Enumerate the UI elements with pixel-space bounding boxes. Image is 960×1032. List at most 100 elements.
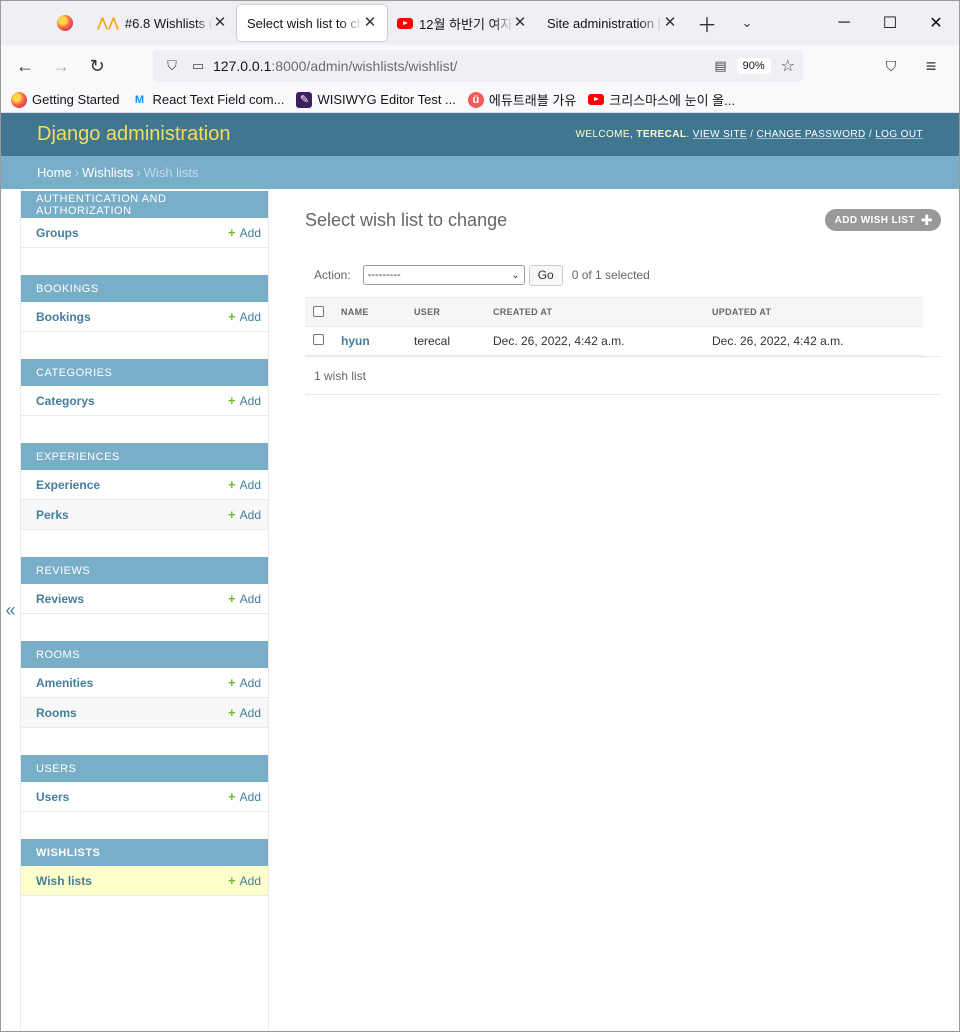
log-out-link[interactable]: Log out — [875, 129, 923, 140]
content-header: Select wish list to change Add wish list… — [305, 207, 941, 233]
module-caption[interactable]: Wishlists — [21, 839, 268, 866]
model-link[interactable]: Users — [36, 790, 69, 804]
bookmark-item[interactable]: Getting Started — [11, 91, 119, 108]
menu-icon[interactable]: ≡ — [915, 50, 947, 82]
toggle-nav-sidebar[interactable]: « — [1, 189, 21, 1031]
cell-user: terecal — [406, 326, 485, 356]
select-all-checkbox[interactable] — [313, 305, 324, 317]
list-all-tabs-button[interactable]: ⌄ — [727, 1, 767, 45]
row-link[interactable]: hyun — [341, 334, 370, 348]
module-caption[interactable]: Users — [21, 755, 268, 782]
reader-view-icon[interactable]: ▤ — [714, 58, 726, 74]
row-checkbox[interactable] — [313, 334, 324, 345]
action-select[interactable]: --------- ⌄ — [362, 265, 525, 285]
module-reviews: Reviews Reviews + Add — [21, 557, 268, 614]
model-link[interactable]: Categorys — [36, 394, 95, 408]
new-tab-button[interactable]: ＋ — [687, 1, 727, 45]
add-link[interactable]: + Add — [228, 591, 261, 606]
add-button-label: Add wish list — [834, 214, 915, 226]
youtube-icon — [588, 92, 605, 108]
bookmark-star-icon[interactable]: ☆ — [781, 56, 795, 76]
result-list: Name User Created at Updated at hyun ter… — [305, 297, 923, 356]
breadcrumb-home[interactable]: Home — [37, 165, 72, 180]
column-name[interactable]: Name — [333, 297, 406, 327]
tab-youtube[interactable]: 12월 하반기 여자친 ✕ — [387, 5, 537, 41]
model-link[interactable]: Wish lists — [36, 874, 92, 888]
module-auth: Authentication and Authorization Groups … — [21, 191, 268, 248]
pocket-icon[interactable]: ⛉ — [875, 50, 907, 82]
close-window-icon[interactable]: ✕ — [913, 1, 959, 45]
model-link[interactable]: Reviews — [36, 592, 84, 606]
bookmark-label: 에듀트래블 가유 — [488, 93, 577, 108]
minimize-icon[interactable]: ─ — [821, 1, 867, 45]
change-password-link[interactable]: Change password — [756, 129, 865, 140]
add-wish-list-button[interactable]: Add wish list ✚ — [824, 209, 941, 231]
add-link[interactable]: + Add — [228, 309, 261, 324]
site-branding[interactable]: Django administration — [37, 123, 230, 146]
close-icon[interactable]: ✕ — [513, 15, 527, 30]
column-user[interactable]: User — [406, 297, 485, 327]
column-updated-at[interactable]: Updated at — [704, 297, 923, 327]
module-caption[interactable]: Bookings — [21, 275, 268, 302]
close-icon[interactable]: ✕ — [213, 15, 227, 30]
add-link[interactable]: + Add — [228, 393, 261, 408]
model-link[interactable]: Rooms — [36, 706, 77, 720]
back-icon[interactable]: ← — [9, 50, 41, 82]
plus-icon: + — [228, 507, 236, 522]
browser-window: ⋀⋀ #6.8 Wishlists (05:5 ✕ Select wish li… — [0, 0, 960, 1032]
close-icon[interactable]: ✕ — [663, 15, 677, 30]
column-created-at[interactable]: Created at — [485, 297, 704, 327]
add-link[interactable]: + Add — [228, 789, 261, 804]
add-link[interactable]: + Add — [228, 705, 261, 720]
editor-icon: ✎ — [296, 91, 313, 108]
tab-wishlists-video[interactable]: ⋀⋀ #6.8 Wishlists (05:5 ✕ — [87, 5, 237, 41]
bookmark-item[interactable]: ✎ WISIWYG Editor Test ... — [296, 91, 456, 108]
model-link[interactable]: Experience — [36, 478, 100, 492]
module-caption[interactable]: Authentication and Authorization — [21, 191, 268, 218]
view-site-link[interactable]: View site — [693, 129, 747, 140]
sidebar-item-reviews: Reviews + Add — [21, 584, 268, 614]
page-icon[interactable]: ▭ — [187, 58, 209, 74]
model-link[interactable]: Amenities — [36, 676, 93, 690]
add-link[interactable]: + Add — [228, 477, 261, 492]
add-link[interactable]: + Add — [228, 507, 261, 522]
module-caption[interactable]: Categories — [21, 359, 268, 386]
close-icon[interactable]: ✕ — [363, 15, 377, 30]
module-caption[interactable]: Rooms — [21, 641, 268, 668]
bookmark-item[interactable]: M React Text Field com... — [131, 92, 285, 108]
firefox-view-button[interactable] — [1, 1, 87, 45]
add-label: Add — [239, 790, 261, 804]
forward-icon[interactable]: → — [45, 50, 77, 82]
bookmark-item[interactable]: 크리스마스에 눈이 올... — [588, 90, 735, 109]
url-bar[interactable]: ⛉ ▭ 127.0.0.1:8000/admin/wishlists/wishl… — [153, 50, 803, 82]
sidebar-item-rooms: Rooms + Add — [21, 698, 268, 728]
tab-site-admin[interactable]: Site administration | Dj ✕ — [537, 5, 687, 41]
nav-sidebar: Authentication and Authorization Groups … — [21, 189, 269, 1031]
plus-icon: + — [228, 309, 236, 324]
model-link[interactable]: Groups — [36, 226, 79, 240]
url-host: 127.0.0.1 — [213, 58, 272, 74]
shield-icon[interactable]: ⛉ — [161, 58, 183, 74]
add-label: Add — [239, 394, 261, 408]
user-tools: Welcome, terecal. View site / Change pas… — [575, 129, 923, 140]
model-link[interactable]: Bookings — [36, 310, 91, 324]
go-button[interactable]: Go — [528, 264, 563, 286]
add-link[interactable]: + Add — [228, 873, 261, 888]
breadcrumb-separator: › — [74, 165, 80, 180]
breadcrumb-app[interactable]: Wishlists — [82, 165, 133, 180]
tab-select-wishlist[interactable]: Select wish list to cha ✕ — [237, 5, 387, 41]
add-label: Add — [239, 310, 261, 324]
module-caption[interactable]: Reviews — [21, 557, 268, 584]
maximize-icon[interactable]: ☐ — [867, 1, 913, 45]
add-link[interactable]: + Add — [228, 225, 261, 240]
bookmark-item[interactable]: ü 에듀트래블 가유 — [467, 90, 577, 109]
action-selected-value: --------- — [367, 269, 401, 281]
module-caption[interactable]: Experiences — [21, 443, 268, 470]
zoom-level[interactable]: 90% — [736, 58, 771, 74]
model-link[interactable]: Perks — [36, 508, 69, 522]
module-users: Users Users + Add — [21, 755, 268, 812]
table-header-row: Name User Created at Updated at — [305, 297, 923, 327]
module-categories: Categories Categorys + Add — [21, 359, 268, 416]
reload-icon[interactable]: ↻ — [81, 50, 113, 82]
add-link[interactable]: + Add — [228, 675, 261, 690]
